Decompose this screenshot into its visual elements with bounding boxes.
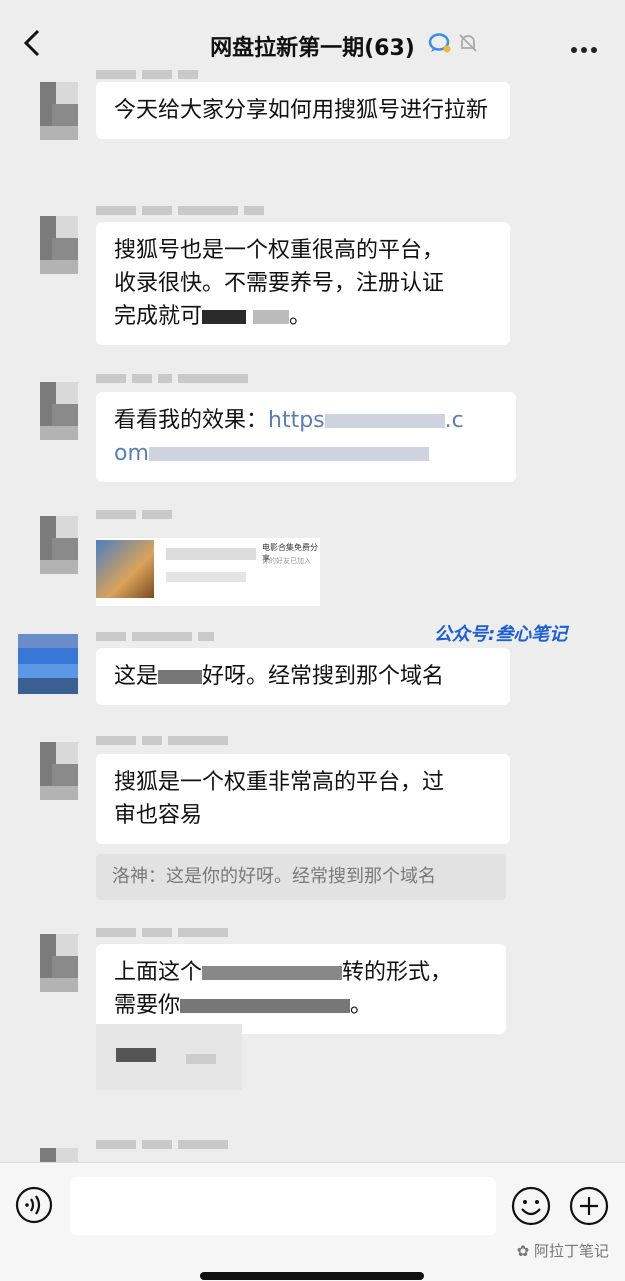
avatar[interactable]: [40, 934, 78, 992]
voice-icon: [15, 1186, 53, 1224]
message-input[interactable]: [70, 1177, 496, 1235]
mute-bell-icon: [459, 34, 477, 52]
nickname-redacted: [96, 70, 204, 80]
wechat-icon: ✿: [516, 1242, 530, 1260]
message-bubble: 搜狐是一个权重非常高的平台，过 审也容易: [96, 754, 510, 844]
page-title: 网盘拉新第一期(63): [210, 36, 415, 61]
message-bubble: 看看我的效果：https .c om: [96, 392, 516, 482]
avatar[interactable]: [18, 634, 78, 694]
chat-header: 网盘拉新第一期(63): [0, 0, 625, 78]
redacted-block: [253, 310, 290, 324]
nickname-redacted: [96, 928, 234, 938]
nickname-redacted: [96, 736, 234, 746]
message-bubble: 今天给大家分享如何用搜狐号进行拉新: [96, 82, 510, 139]
voice-button[interactable]: [14, 1185, 54, 1225]
image-attachment[interactable]: [96, 1024, 242, 1090]
nickname-redacted: [96, 1140, 234, 1150]
redacted-block: [202, 310, 247, 324]
title-icons: [428, 32, 479, 58]
footer-watermark: ✿ 阿拉丁笔记: [516, 1242, 609, 1260]
message-line: 完成就可 。: [114, 304, 312, 329]
avatar[interactable]: [40, 382, 78, 440]
emoji-button[interactable]: [510, 1185, 552, 1227]
message-text: 看看我的效果：: [114, 408, 269, 433]
smiley-icon: [511, 1186, 551, 1226]
message-bubble: 这是 好呀。经常搜到那个域名: [96, 648, 510, 705]
input-bar: [0, 1162, 625, 1281]
avatar[interactable]: [40, 82, 78, 140]
avatar[interactable]: [40, 742, 78, 800]
more-options-button[interactable]: [571, 38, 603, 53]
nickname-redacted: [96, 374, 254, 384]
quoted-message[interactable]: 洛神：这是你的好呀。经常搜到那个域名: [96, 854, 506, 900]
home-indicator[interactable]: [200, 1272, 424, 1280]
chat-bubble-icon: [428, 33, 451, 53]
plus-button[interactable]: [568, 1185, 610, 1227]
card-subtitle: 你的好友已加入: [262, 557, 311, 565]
avatar[interactable]: [40, 216, 78, 274]
avatar[interactable]: [40, 516, 78, 574]
image-attachment[interactable]: 电影合集免费分享 你的好友已加入: [96, 538, 320, 606]
message-line: 收录很快。不需要养号，注册认证: [114, 271, 445, 296]
watermark-text: 公众号:叁心笔记: [434, 624, 568, 645]
message-bubble: 上面这个 转的形式， 需要你。: [96, 944, 506, 1034]
link-text[interactable]: https .c: [268, 408, 464, 433]
link-text[interactable]: om: [114, 441, 149, 466]
nickname-redacted: [96, 206, 270, 216]
plus-icon: [569, 1186, 609, 1226]
message-text: 今天给大家分享如何用搜狐号进行拉新: [114, 98, 489, 123]
message-bubble: 搜狐号也是一个权重很高的平台， 收录很快。不需要养号，注册认证 完成就可 。: [96, 222, 510, 345]
nickname-redacted: [96, 510, 178, 520]
thumbnail: [96, 540, 154, 598]
message-line: 搜狐号也是一个权重很高的平台，: [114, 238, 445, 263]
nickname-redacted: [96, 632, 220, 642]
